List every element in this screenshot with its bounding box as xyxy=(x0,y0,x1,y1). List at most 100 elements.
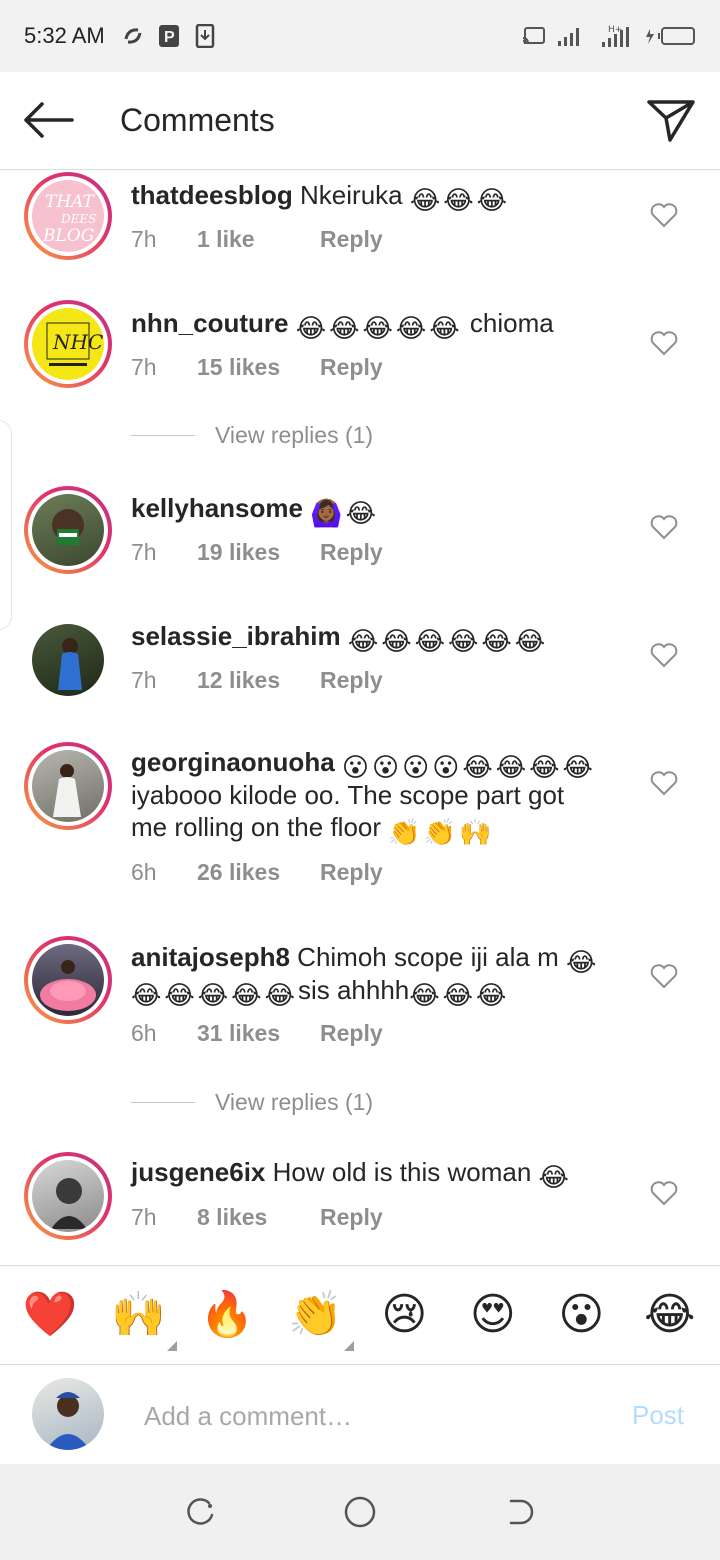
comment-text: kellyhansome 🙆🏾‍♀️ 😂 xyxy=(131,492,621,528)
comment-username[interactable]: anitajoseph8 xyxy=(131,942,290,972)
emoji-glyph: 😢 xyxy=(381,1290,428,1339)
comment-likes[interactable]: 19 likes xyxy=(197,539,320,566)
back-button[interactable] xyxy=(22,100,74,140)
emoji-glyph: 😂 xyxy=(644,1290,696,1339)
comments-header: Comments xyxy=(0,72,720,170)
comment-text: selassie_ibrahim 😂 😂 😂 😂 😂 😂 xyxy=(131,620,621,656)
emoji-0: 😂 xyxy=(347,626,379,656)
emoji-1: 😂 xyxy=(381,626,412,656)
sync-icon xyxy=(121,24,145,48)
emoji-raised-hands-button[interactable]: 🙌 xyxy=(109,1285,177,1351)
comment-username[interactable]: thatdeesblog xyxy=(131,180,293,210)
comment-emojis: 😮 😮 😮 😮 😂 😂 😂 😂 xyxy=(342,747,596,782)
comment-emojis: 😂 xyxy=(566,942,599,977)
comment-meta: 7h 8 likes Reply xyxy=(131,1204,383,1231)
view-replies-button[interactable]: View replies (1) xyxy=(131,422,373,449)
comment-time: 7h xyxy=(131,226,157,252)
comment-time: 7h xyxy=(131,1204,157,1230)
comment-likes[interactable]: 15 likes xyxy=(197,354,320,381)
comment-text: thatdeesblog Nkeiruka 😂 😂 😂 xyxy=(131,179,621,215)
post-button[interactable]: Post xyxy=(632,1400,684,1431)
emoji-3: 😮 xyxy=(432,752,460,782)
recent-apps-icon xyxy=(187,1498,214,1525)
avatar[interactable] xyxy=(24,936,112,1024)
comment-username[interactable]: jusgene6ix xyxy=(131,1157,265,1187)
avatar[interactable] xyxy=(24,1152,112,1240)
comment-likes[interactable]: 26 likes xyxy=(197,859,320,886)
avatar[interactable]: NHC xyxy=(24,300,112,388)
direct-share-button[interactable] xyxy=(646,96,696,144)
emoji-glyph: 😮 xyxy=(558,1290,605,1339)
comment-time: 6h xyxy=(131,859,157,885)
status-bar: 5:32 AM P H+ xyxy=(0,0,720,72)
comment-likes[interactable]: 31 likes xyxy=(197,1020,320,1047)
emoji-crying-button[interactable]: 😢 xyxy=(374,1285,434,1345)
edge-panel-handle[interactable] xyxy=(0,420,12,630)
avatar[interactable] xyxy=(24,486,112,574)
emoji-0: 🙆🏾‍♀️ xyxy=(310,498,343,528)
view-replies-button[interactable]: View replies (1) xyxy=(131,1089,373,1116)
like-comment-button[interactable] xyxy=(650,770,678,796)
avatar[interactable] xyxy=(24,742,112,830)
comment-text: anitajoseph8 Chimoh scope iji ala m 😂 😂 😂… xyxy=(131,941,621,1010)
back-nav-button[interactable] xyxy=(500,1492,540,1532)
reply-button[interactable]: Reply xyxy=(320,1020,383,1047)
home-icon xyxy=(344,1496,376,1528)
recent-apps-button[interactable] xyxy=(180,1492,220,1532)
quick-emoji-bar: ❤️ 🙌 🔥 👏 😢 😍 😮 😂 xyxy=(0,1265,720,1365)
comment-input[interactable] xyxy=(144,1396,584,1436)
reply-button[interactable]: Reply xyxy=(320,859,383,886)
reply-button[interactable]: Reply xyxy=(320,667,383,694)
battery-icon xyxy=(644,24,696,48)
emoji-2: 😂 xyxy=(362,313,393,343)
emoji-laughing-button[interactable]: 😂 xyxy=(640,1285,700,1345)
emoji-4: 😂 xyxy=(481,626,512,656)
comment-time: 7h xyxy=(131,354,157,380)
comment-emojis: 😂 xyxy=(539,1157,572,1192)
emoji-1: 😮 xyxy=(372,752,400,782)
emoji-2: 😂 xyxy=(476,980,507,1010)
avatar[interactable]: THAT DEES BLOG xyxy=(24,172,112,260)
emoji-heart-button[interactable]: ❤️ xyxy=(20,1285,80,1345)
like-comment-button[interactable] xyxy=(650,1180,678,1206)
emoji-1: 😂 xyxy=(345,498,376,528)
person-photo-icon xyxy=(52,509,84,545)
person-photo-icon xyxy=(58,638,82,690)
reply-button[interactable]: Reply xyxy=(320,1204,383,1231)
reply-button[interactable]: Reply xyxy=(320,226,383,253)
like-comment-button[interactable] xyxy=(650,642,678,668)
page-title: Comments xyxy=(120,102,275,138)
like-comment-button[interactable] xyxy=(650,330,678,356)
emoji-clap-button[interactable]: 👏 xyxy=(286,1285,354,1351)
comment-username[interactable]: kellyhansome xyxy=(131,493,303,523)
comments-list[interactable]: THAT DEES BLOG thatdeesblog Nkeiruka 😂 😂 😂 7… xyxy=(0,170,720,1265)
comment-username[interactable]: nhn_couture xyxy=(131,308,288,338)
emoji-4: 😂 xyxy=(264,980,295,1010)
heart-outline-icon xyxy=(650,331,678,356)
comment-likes[interactable]: 12 likes xyxy=(197,667,320,694)
comment-emojis: 👏 👏 🙌 xyxy=(388,812,494,847)
like-comment-button[interactable] xyxy=(650,514,678,540)
emoji-heart-eyes-button[interactable]: 😍 xyxy=(463,1285,523,1345)
comment-time: 6h xyxy=(131,1020,157,1046)
emoji-1: 😂 xyxy=(442,980,474,1010)
arrow-left-icon xyxy=(24,102,74,138)
comment-username[interactable]: georginaonuoha xyxy=(131,747,335,777)
avatar[interactable] xyxy=(24,616,112,704)
comment-composer: Post xyxy=(0,1366,720,1464)
emoji-glyph: 🔥 xyxy=(199,1290,255,1339)
reply-button[interactable]: Reply xyxy=(320,539,383,566)
like-comment-button[interactable] xyxy=(650,963,678,989)
comment-likes[interactable]: 8 likes xyxy=(197,1204,320,1231)
comment-likes[interactable]: 1 like xyxy=(197,226,320,253)
home-button[interactable] xyxy=(340,1492,380,1532)
view-replies-label: View replies (1) xyxy=(215,422,374,448)
emoji-surprised-button[interactable]: 😮 xyxy=(551,1285,611,1345)
status-icons-right: H+ xyxy=(522,24,696,48)
reply-button[interactable]: Reply xyxy=(320,354,383,381)
like-comment-button[interactable] xyxy=(650,202,678,228)
svg-text:P: P xyxy=(164,29,175,46)
emoji-fire-button[interactable]: 🔥 xyxy=(197,1285,257,1345)
skin-tone-indicator xyxy=(343,1341,354,1351)
comment-username[interactable]: selassie_ibrahim xyxy=(131,621,341,651)
